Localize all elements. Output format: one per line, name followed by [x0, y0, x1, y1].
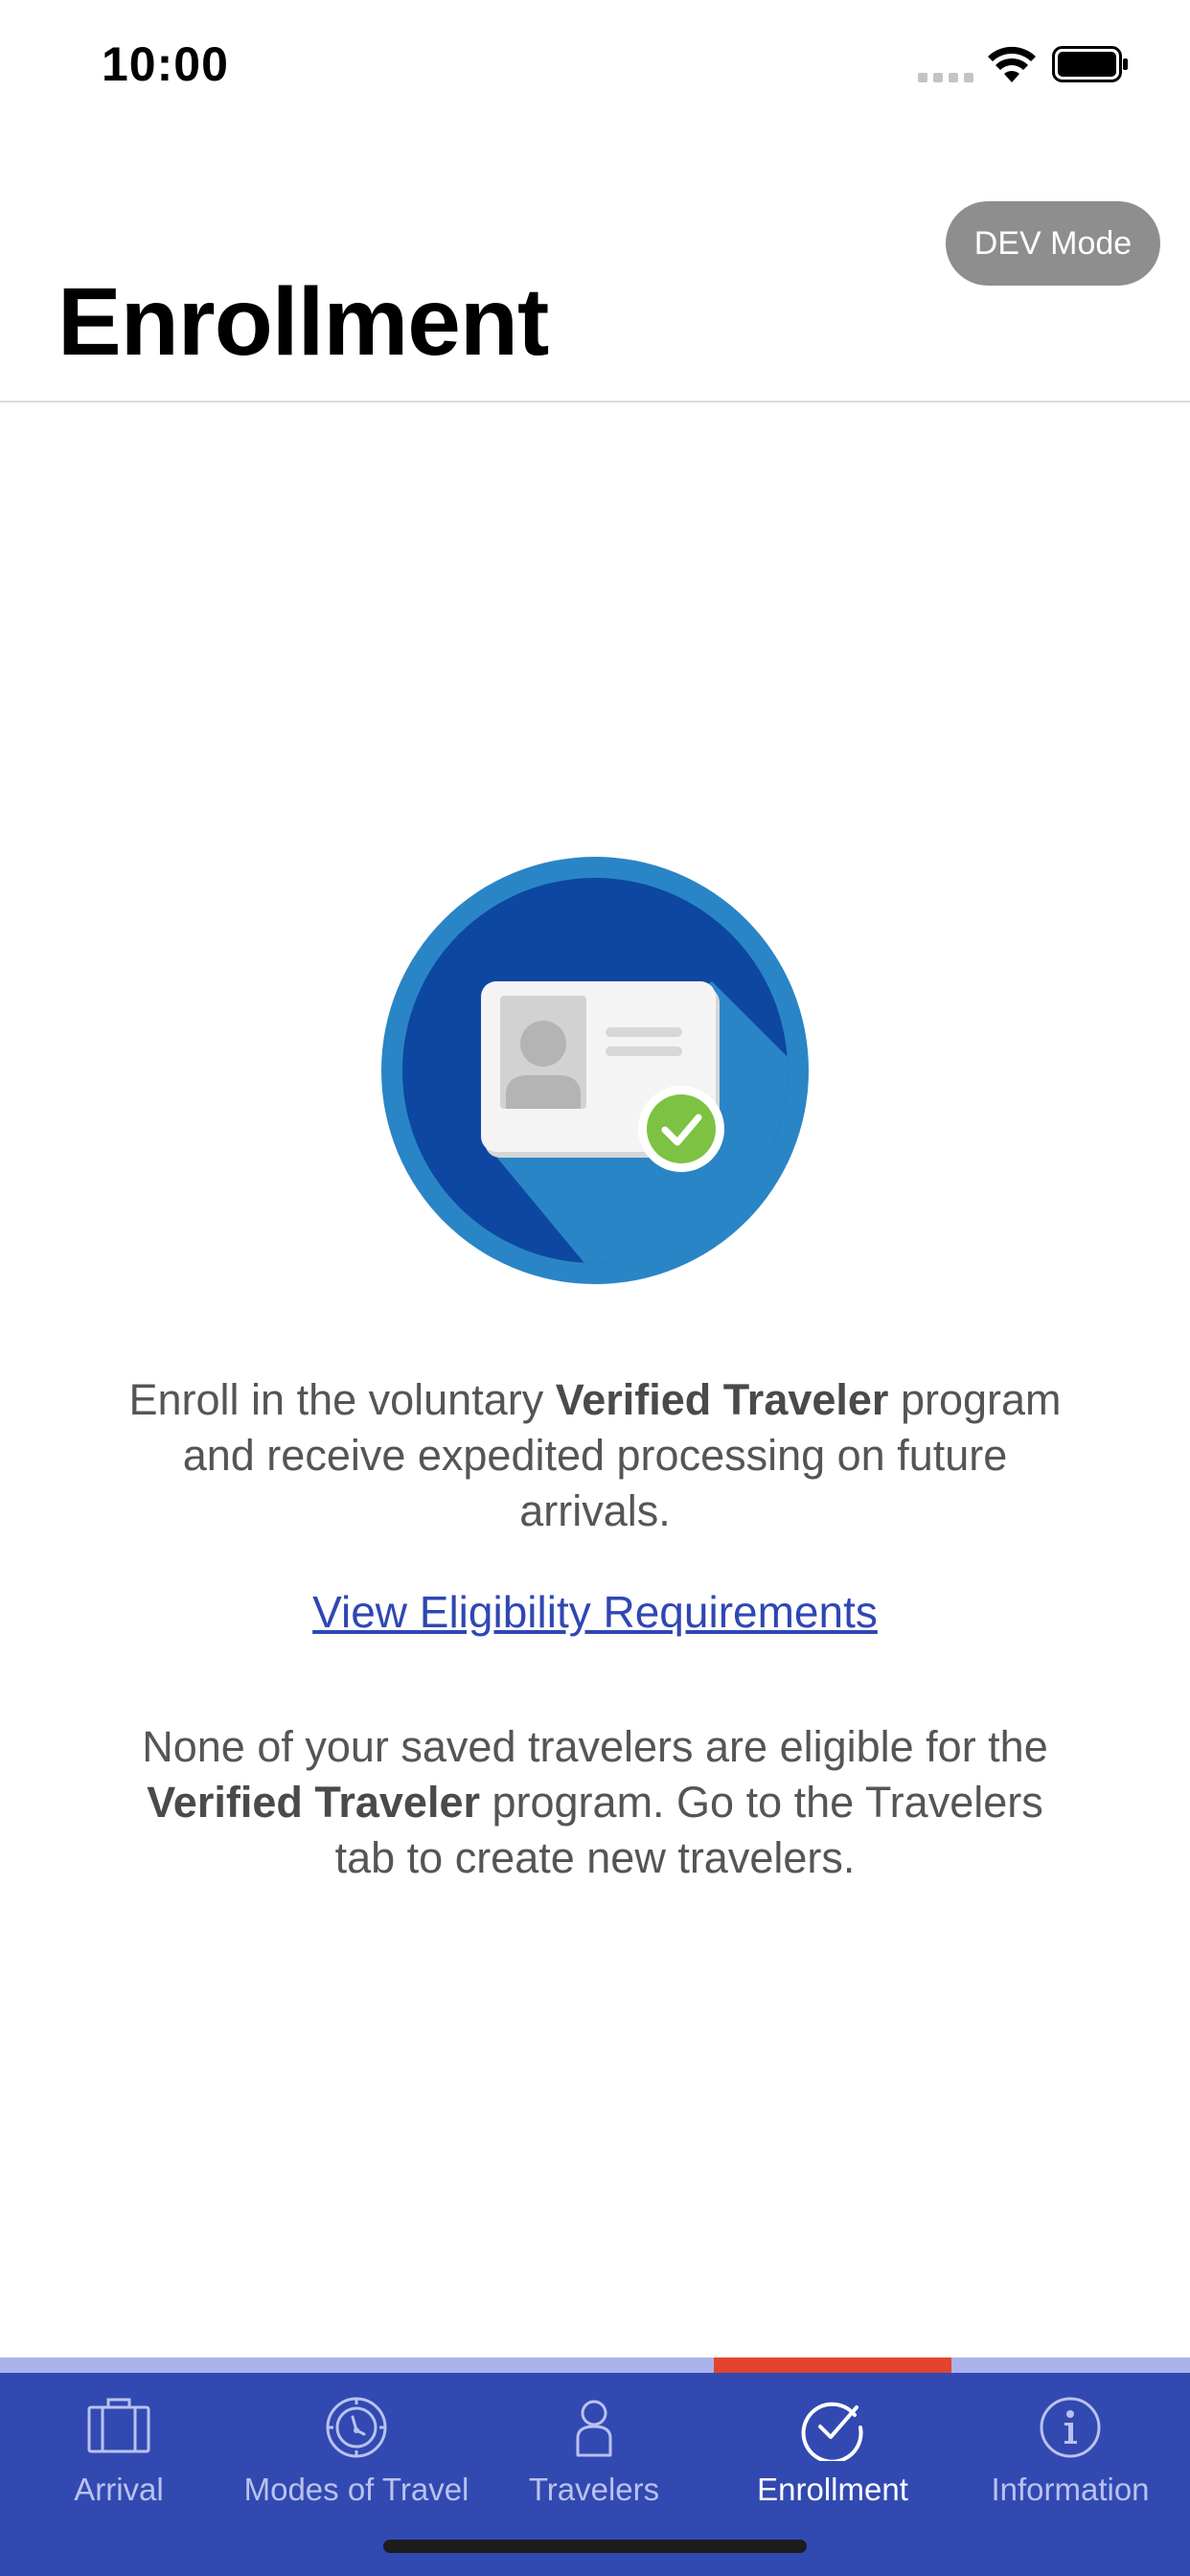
- tab-travelers[interactable]: Travelers: [475, 2373, 713, 2536]
- tab-label-arrival: Arrival: [74, 2472, 164, 2507]
- check-circle-icon: [801, 2402, 863, 2461]
- intro-program-name: Verified Traveler: [555, 1375, 889, 1424]
- notice-paragraph: None of your saved travelers are eligibl…: [115, 1719, 1075, 1886]
- wifi-icon: [988, 46, 1036, 82]
- tab-label-modes-of-travel: Modes of Travel: [243, 2472, 469, 2507]
- tab-label-travelers: Travelers: [528, 2472, 660, 2507]
- active-tab-indicator: [714, 2358, 951, 2373]
- notice-program-name: Verified Traveler: [147, 1778, 480, 1827]
- page-title: Enrollment: [57, 268, 549, 376]
- tab-modes-of-travel[interactable]: Modes of Travel: [238, 2373, 475, 2536]
- enrollment-screen: 10:00 DEV Mode Enrollment Enroll in the …: [0, 0, 1190, 2576]
- intro-prefix: Enroll in the voluntary: [128, 1375, 556, 1424]
- tab-bar-accent: [0, 2358, 1190, 2373]
- tab-label-information: Information: [991, 2472, 1150, 2507]
- battery-icon: [1052, 46, 1128, 82]
- tab-arrival[interactable]: Arrival: [0, 2373, 238, 2536]
- status-time: 10:00: [102, 37, 229, 91]
- suitcase-icon: [87, 2398, 150, 2453]
- header-divider: [0, 401, 1190, 402]
- home-indicator[interactable]: [383, 2540, 807, 2553]
- signal-icon: [918, 73, 973, 82]
- person-icon: [576, 2400, 612, 2457]
- tab-label-enrollment: Enrollment: [757, 2472, 908, 2507]
- view-eligibility-link[interactable]: View Eligibility Requirements: [0, 1583, 1190, 1641]
- intro-paragraph: Enroll in the voluntary Verified Travele…: [115, 1372, 1075, 1539]
- tab-enrollment[interactable]: Enrollment: [714, 2373, 951, 2536]
- status-bar: 10:00: [0, 0, 1190, 126]
- tab-information[interactable]: Information: [951, 2373, 1189, 2536]
- id-card-verified-icon: [381, 857, 809, 1284]
- info-icon: [1040, 2397, 1101, 2458]
- compass-icon: [326, 2397, 387, 2458]
- dev-mode-button[interactable]: DEV Mode: [946, 201, 1160, 286]
- notice-prefix: None of your saved travelers are eligibl…: [142, 1722, 1048, 1771]
